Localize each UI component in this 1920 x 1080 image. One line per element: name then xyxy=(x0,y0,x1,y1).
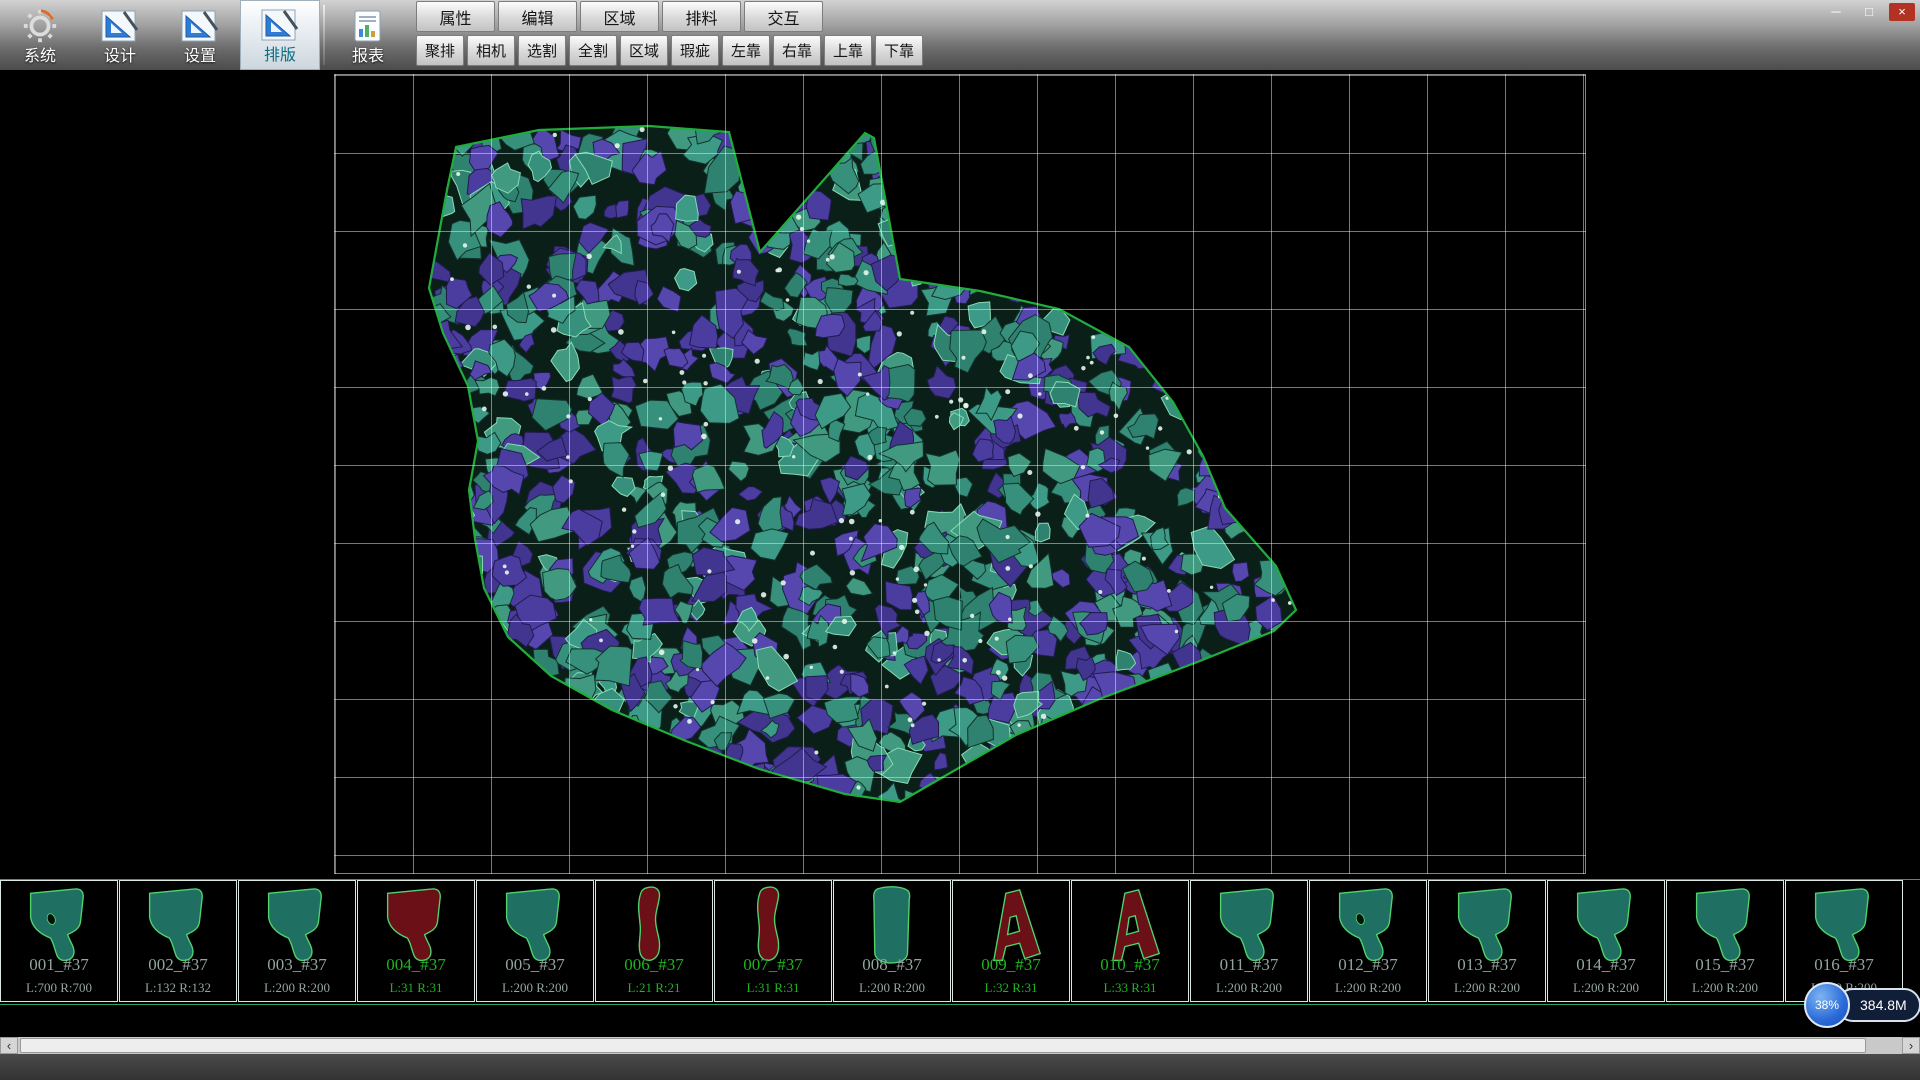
set-square-icon xyxy=(260,7,300,43)
nav-separator xyxy=(323,5,325,65)
bottom-status-bar xyxy=(0,1054,1920,1080)
piece-thumbnail-005_#37[interactable]: 005_#37 L:200 R:200 xyxy=(476,880,594,1002)
scroll-right-arrow[interactable]: › xyxy=(1902,1037,1920,1054)
scrollbar-track[interactable] xyxy=(18,1037,1902,1054)
piece-lr-count: L:33 R:31 xyxy=(1072,980,1188,996)
piece-thumbnail-015_#37[interactable]: 015_#37 L:200 R:200 xyxy=(1666,880,1784,1002)
tool-button-align-top[interactable]: 上靠 xyxy=(824,35,872,66)
piece-lr-count: L:200 R:200 xyxy=(1429,980,1545,996)
piece-thumbnail-010_#37[interactable]: 010_#37 L:33 R:31 xyxy=(1071,880,1189,1002)
tool-button-region[interactable]: 区域 xyxy=(620,35,668,66)
piece-lr-count: L:200 R:200 xyxy=(1310,980,1426,996)
maximize-button[interactable]: □ xyxy=(1856,3,1882,21)
menu-tab-region[interactable]: 区域 xyxy=(580,1,659,32)
piece-thumbnail-009_#37[interactable]: 009_#37 L:32 R:31 xyxy=(952,880,1070,1002)
piece-label: 016_#37 xyxy=(1786,955,1902,975)
piece-label: 004_#37 xyxy=(358,955,474,975)
nav-button-report[interactable]: 报表 xyxy=(328,0,408,70)
piece-label: 010_#37 xyxy=(1072,955,1188,975)
piece-label: 013_#37 xyxy=(1429,955,1545,975)
piece-label: 001_#37 xyxy=(1,955,117,975)
nav-label-settings: 设置 xyxy=(184,47,216,67)
piece-lr-count: L:200 R:200 xyxy=(1191,980,1307,996)
piece-thumbnail-strip: 001_#37 L:700 R:700002_#37 L:132 R:132003_… xyxy=(0,879,1920,1005)
tool-button-camera[interactable]: 相机 xyxy=(467,35,515,66)
report-doc-icon xyxy=(350,9,386,43)
piece-label: 014_#37 xyxy=(1548,955,1664,975)
piece-thumbnail-002_#37[interactable]: 002_#37 L:132 R:132 xyxy=(119,880,237,1002)
menu-area: 属性编辑区域排料交互 聚排相机选割全割区域瑕疵左靠右靠上靠下靠 xyxy=(416,0,923,70)
piece-lr-count: L:21 R:21 xyxy=(596,980,712,996)
nav-button-design[interactable]: 设计 xyxy=(80,0,160,70)
piece-thumbnail-004_#37[interactable]: 004_#37 L:31 R:31 xyxy=(357,880,475,1002)
minimize-button[interactable]: ─ xyxy=(1823,3,1849,21)
piece-lr-count: L:700 R:700 xyxy=(1,980,117,996)
status-badge: 38% 384.8M xyxy=(1804,982,1920,1028)
horizontal-scrollbar[interactable]: ‹ › xyxy=(0,1037,1920,1054)
piece-lr-count: L:132 R:132 xyxy=(120,980,236,996)
piece-lr-count: L:200 R:200 xyxy=(1667,980,1783,996)
tool-button-select-cut[interactable]: 选割 xyxy=(518,35,566,66)
scrollbar-thumb[interactable] xyxy=(20,1038,1866,1053)
tool-button-align-right[interactable]: 右靠 xyxy=(773,35,821,66)
piece-lr-count: L:200 R:200 xyxy=(834,980,950,996)
nav-label-report: 报表 xyxy=(352,47,384,67)
piece-label: 002_#37 xyxy=(120,955,236,975)
tool-button-align-bottom[interactable]: 下靠 xyxy=(875,35,923,66)
toolbar: 系统设计设置排版报表 属性编辑区域排料交互 聚排相机选割全割区域瑕疵左靠右靠上靠… xyxy=(0,0,1920,70)
tool-button-row: 聚排相机选割全割区域瑕疵左靠右靠上靠下靠 xyxy=(416,35,923,66)
menu-tab-row: 属性编辑区域排料交互 xyxy=(416,1,923,32)
nav-label-design: 设计 xyxy=(104,47,136,67)
set-square-icon xyxy=(100,8,140,44)
menu-tab-edit[interactable]: 编辑 xyxy=(498,1,577,32)
piece-label: 007_#37 xyxy=(715,955,831,975)
set-square-icon xyxy=(180,8,220,44)
scroll-left-arrow[interactable]: ‹ xyxy=(0,1037,18,1054)
piece-label: 006_#37 xyxy=(596,955,712,975)
piece-thumbnail-003_#37[interactable]: 003_#37 L:200 R:200 xyxy=(238,880,356,1002)
piece-lr-count: L:200 R:200 xyxy=(477,980,593,996)
window-controls: ─ □ × xyxy=(1823,1,1915,22)
progress-circle: 38% xyxy=(1804,982,1850,1028)
piece-label: 009_#37 xyxy=(953,955,1069,975)
tool-button-cluster-nest[interactable]: 聚排 xyxy=(416,35,464,66)
piece-thumbnail-013_#37[interactable]: 013_#37 L:200 R:200 xyxy=(1428,880,1546,1002)
nav-button-settings[interactable]: 设置 xyxy=(160,0,240,70)
piece-lr-count: L:31 R:31 xyxy=(358,980,474,996)
nav-button-layout[interactable]: 排版 xyxy=(240,0,320,70)
piece-thumbnail-001_#37[interactable]: 001_#37 L:700 R:700 xyxy=(0,880,118,1002)
piece-thumbnail-012_#37[interactable]: 012_#37 L:200 R:200 xyxy=(1309,880,1427,1002)
piece-thumbnail-011_#37[interactable]: 011_#37 L:200 R:200 xyxy=(1190,880,1308,1002)
piece-label: 008_#37 xyxy=(834,955,950,975)
piece-label: 012_#37 xyxy=(1310,955,1426,975)
piece-thumbnail-006_#37[interactable]: 006_#37 L:21 R:21 xyxy=(595,880,713,1002)
tool-button-cut-all[interactable]: 全割 xyxy=(569,35,617,66)
menu-tab-interact[interactable]: 交互 xyxy=(744,1,823,32)
piece-label: 005_#37 xyxy=(477,955,593,975)
piece-label: 015_#37 xyxy=(1667,955,1783,975)
menu-tab-properties[interactable]: 属性 xyxy=(416,1,495,32)
close-button[interactable]: × xyxy=(1889,3,1915,21)
tool-button-align-left[interactable]: 左靠 xyxy=(722,35,770,66)
piece-lr-count: L:200 R:200 xyxy=(1548,980,1664,996)
piece-thumbnail-007_#37[interactable]: 007_#37 L:31 R:31 xyxy=(714,880,832,1002)
piece-lr-count: L:200 R:200 xyxy=(239,980,355,996)
menu-tab-nesting[interactable]: 排料 xyxy=(662,1,741,32)
nav-button-system[interactable]: 系统 xyxy=(0,0,80,70)
gear-icon xyxy=(21,7,59,45)
nesting-canvas[interactable] xyxy=(0,70,1920,879)
tool-button-defect[interactable]: 瑕疵 xyxy=(671,35,719,66)
piece-label: 011_#37 xyxy=(1191,955,1307,975)
piece-lr-count: L:32 R:31 xyxy=(953,980,1069,996)
hide-nesting-preview xyxy=(0,70,1920,879)
piece-thumbnail-014_#37[interactable]: 014_#37 L:200 R:200 xyxy=(1547,880,1665,1002)
nav-label-layout: 排版 xyxy=(264,46,296,66)
piece-label: 003_#37 xyxy=(239,955,355,975)
nav-label-system: 系统 xyxy=(24,47,56,67)
main-nav: 系统 设计 设置 排版 报表 xyxy=(0,0,408,70)
piece-thumbnail-008_#37[interactable]: 008_#37 L:200 R:200 xyxy=(833,880,951,1002)
piece-lr-count: L:31 R:31 xyxy=(715,980,831,996)
